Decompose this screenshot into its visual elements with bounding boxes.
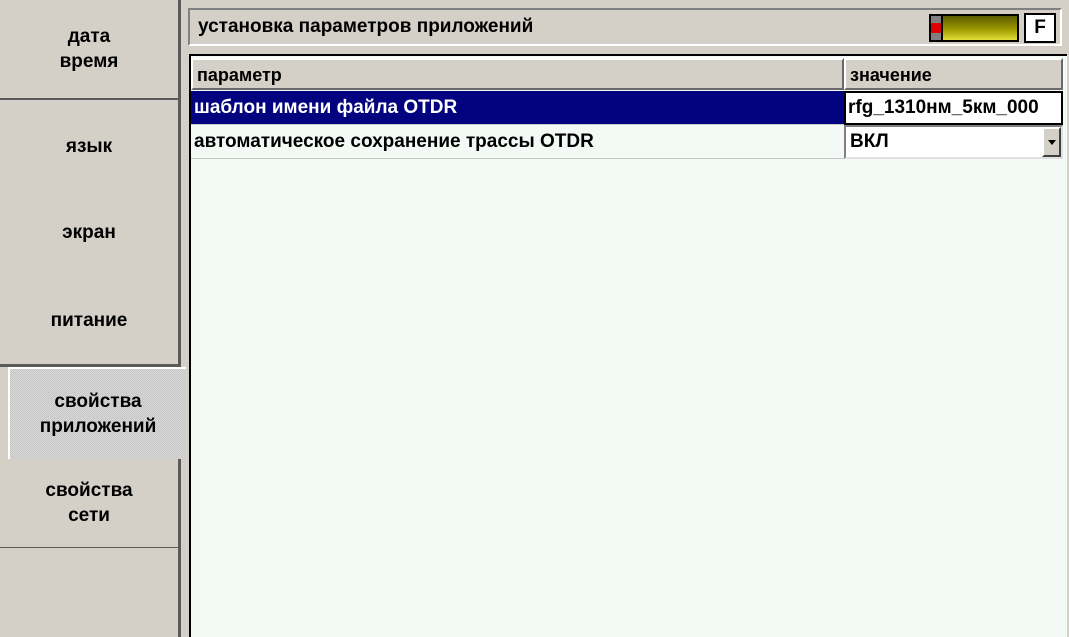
parameter-label: шаблон имени файла OTDR [194,97,458,118]
parameters-table: параметр значение шаблон имени файла OTD… [189,54,1067,637]
dropdown-value: ВКЛ [850,131,889,152]
title-bar: установка параметров приложений F [188,8,1062,46]
table-row[interactable]: автоматическое сохранение трассы OTDR ВК… [191,125,1063,159]
page-title: установка параметров приложений [198,16,534,37]
column-header-parameter[interactable]: параметр [191,58,844,90]
sidebar: дата время язык экран питание свойства п… [0,0,186,637]
battery-icon [929,14,1019,42]
sidebar-item-language[interactable]: язык [0,100,181,195]
column-header-value[interactable]: значение [844,58,1063,90]
battery-level-indicator [931,16,941,40]
sidebar-item-app-properties[interactable]: свойства приложений [8,367,186,459]
otdr-autosave-dropdown[interactable]: ВКЛ [844,125,1063,159]
sidebar-item-screen[interactable]: экран [0,187,181,281]
parameter-label: автоматическое сохранение трассы OTDR [194,131,594,152]
chevron-down-icon [1047,139,1056,145]
dropdown-button[interactable] [1042,127,1061,157]
otdr-filename-template-field[interactable]: rfg_1310нм_5км_000 [844,91,1063,125]
table-row[interactable]: шаблон имени файла OTDR rfg_1310нм_5км_0… [191,91,1063,125]
main-panel: установка параметров приложений F параме… [186,0,1069,637]
sidebar-item-date-time[interactable]: дата время [0,0,181,101]
sidebar-empty-slot [0,548,181,637]
f-key-button[interactable]: F [1024,13,1056,43]
sidebar-item-network-properties[interactable]: свойства сети [0,459,181,550]
sidebar-item-power[interactable]: питание [0,277,181,367]
